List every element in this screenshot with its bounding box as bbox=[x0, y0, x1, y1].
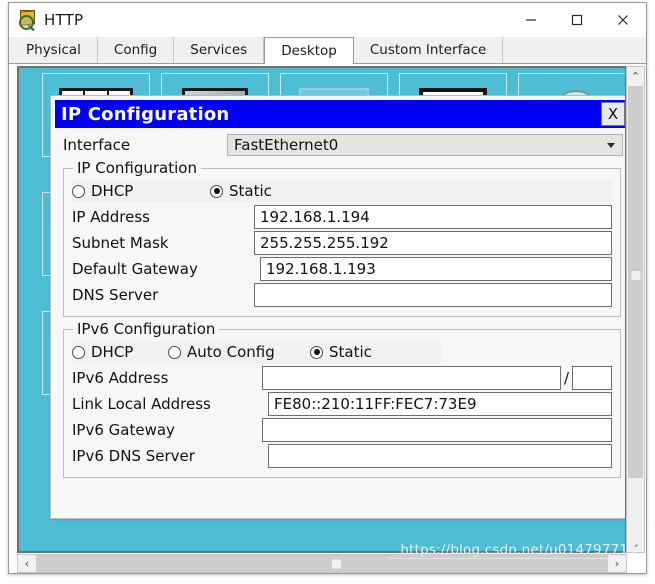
radio-ipv4-static-label: Static bbox=[229, 182, 272, 200]
ipv6-group-legend: IPv6 Configuration bbox=[73, 320, 220, 338]
interface-row: Interface FastEthernet0 bbox=[63, 134, 623, 156]
tab-config[interactable]: Config bbox=[97, 37, 175, 63]
ipv6-link-local-row: Link Local Address FE80::210:11FF:FEC7:7… bbox=[72, 391, 612, 417]
radio-ipv6-dhcp-label: DHCP bbox=[91, 343, 134, 361]
radio-dot-icon bbox=[72, 184, 85, 198]
interface-selected-value: FastEthernet0 bbox=[234, 136, 339, 154]
ipv6-address-label: IPv6 Address bbox=[72, 369, 169, 387]
ipv6-prefix-separator: / bbox=[563, 369, 569, 387]
packet-tracer-icon bbox=[18, 10, 38, 32]
dialog-title: IP Configuration bbox=[61, 103, 230, 125]
ipv4-mode-radio-group: DHCP Static bbox=[72, 180, 612, 202]
tab-strip-filler bbox=[503, 37, 646, 63]
vertical-scrollbar-thumb[interactable] bbox=[628, 86, 643, 478]
ipv6-address-row: IPv6 Address / bbox=[72, 365, 612, 391]
ipv4-dns-row: DNS Server bbox=[72, 282, 612, 308]
vertical-scrollbar[interactable]: ⌃ ⌄ bbox=[626, 66, 645, 553]
scroll-left-arrow-icon[interactable]: ‹ bbox=[18, 555, 36, 572]
window-controls bbox=[508, 3, 646, 37]
tab-services[interactable]: Services bbox=[174, 37, 265, 63]
ipv6-mode-radio-group: DHCP Auto Config Static bbox=[72, 341, 442, 363]
default-gateway-label: Default Gateway bbox=[72, 260, 198, 278]
dialog-titlebar: IP Configuration X bbox=[55, 100, 625, 128]
ipv6-gateway-input[interactable] bbox=[262, 418, 612, 442]
ipv4-gateway-row: Default Gateway 192.168.1.193 bbox=[72, 256, 612, 282]
ipv6-address-input[interactable] bbox=[262, 366, 561, 390]
http-device-window: HTTP Physical Config Services Desktop Cu… bbox=[8, 2, 647, 574]
interface-label: Interface bbox=[63, 136, 131, 154]
watermark-underline bbox=[387, 558, 637, 559]
radio-ipv6-auto-config-label: Auto Config bbox=[187, 343, 275, 361]
radio-dot-icon bbox=[210, 184, 223, 198]
radio-ipv6-dhcp[interactable]: DHCP bbox=[72, 343, 164, 361]
dns-server-input[interactable] bbox=[254, 283, 612, 307]
radio-dot-icon bbox=[310, 345, 323, 359]
chevron-down-icon bbox=[607, 142, 615, 148]
ip-address-input[interactable]: 192.168.1.194 bbox=[254, 205, 612, 229]
dns-server-label: DNS Server bbox=[72, 286, 159, 304]
link-local-address-input[interactable]: FE80::210:11FF:FEC7:73E9 bbox=[268, 392, 612, 416]
radio-ipv4-dhcp[interactable]: DHCP bbox=[72, 182, 206, 200]
scrollbar-grip-icon bbox=[332, 559, 341, 568]
scrollbar-grip-icon bbox=[631, 271, 640, 280]
ipv6-dns-server-label: IPv6 DNS Server bbox=[72, 447, 195, 465]
ip-address-label: IP Address bbox=[72, 208, 150, 226]
window-titlebar: HTTP bbox=[9, 3, 646, 37]
ipv4-subnet-row: Subnet Mask 255.255.255.192 bbox=[72, 230, 612, 256]
tab-bar: Physical Config Services Desktop Custom … bbox=[9, 37, 646, 64]
subnet-mask-input[interactable]: 255.255.255.192 bbox=[254, 231, 612, 255]
maximize-button[interactable] bbox=[554, 3, 600, 37]
ipv6-prefix-length-input[interactable] bbox=[572, 366, 612, 390]
radio-ipv4-static[interactable]: Static bbox=[210, 182, 272, 200]
radio-ipv6-auto-config[interactable]: Auto Config bbox=[168, 343, 306, 361]
tab-physical[interactable]: Physical bbox=[10, 37, 98, 63]
ip-configuration-dialog: IP Configuration X Interface FastEtherne… bbox=[50, 95, 625, 519]
ipv4-address-row: IP Address 192.168.1.194 bbox=[72, 204, 612, 230]
horizontal-scrollbar[interactable]: ‹ › bbox=[17, 554, 627, 573]
ipv6-gateway-row: IPv6 Gateway bbox=[72, 417, 612, 443]
link-local-address-label: Link Local Address bbox=[72, 395, 211, 413]
scroll-down-arrow-icon[interactable]: ⌄ bbox=[627, 534, 644, 552]
radio-dot-icon bbox=[72, 345, 85, 359]
ipv6-configuration-group: IPv6 Configuration DHCP Auto Config Stat… bbox=[63, 320, 621, 478]
ipv4-configuration-group: IP Configuration DHCP Static IP Address bbox=[63, 159, 621, 317]
radio-ipv6-static[interactable]: Static bbox=[310, 343, 372, 361]
subnet-mask-label: Subnet Mask bbox=[72, 234, 169, 252]
ipv4-group-legend: IP Configuration bbox=[73, 159, 201, 177]
desktop-canvas: Collector IP Configuration X Interface F… bbox=[17, 66, 627, 553]
ipv6-dns-row: IPv6 DNS Server bbox=[72, 443, 612, 469]
radio-ipv6-static-label: Static bbox=[329, 343, 372, 361]
desktop-panel: Collector IP Configuration X Interface F… bbox=[12, 66, 645, 573]
default-gateway-input[interactable]: 192.168.1.193 bbox=[260, 257, 612, 281]
tab-custom-interface[interactable]: Custom Interface bbox=[353, 37, 504, 63]
radio-ipv4-dhcp-label: DHCP bbox=[91, 182, 134, 200]
dialog-close-button[interactable]: X bbox=[601, 102, 625, 126]
radio-dot-icon bbox=[168, 345, 181, 359]
ipv6-dns-server-input[interactable] bbox=[268, 444, 612, 468]
window-title: HTTP bbox=[44, 11, 84, 29]
scroll-up-arrow-icon[interactable]: ⌃ bbox=[627, 67, 644, 85]
tab-desktop[interactable]: Desktop bbox=[264, 37, 354, 64]
minimize-button[interactable] bbox=[508, 3, 554, 37]
interface-select[interactable]: FastEthernet0 bbox=[227, 134, 623, 156]
close-button[interactable] bbox=[600, 3, 646, 37]
ipv6-gateway-label: IPv6 Gateway bbox=[72, 421, 175, 439]
